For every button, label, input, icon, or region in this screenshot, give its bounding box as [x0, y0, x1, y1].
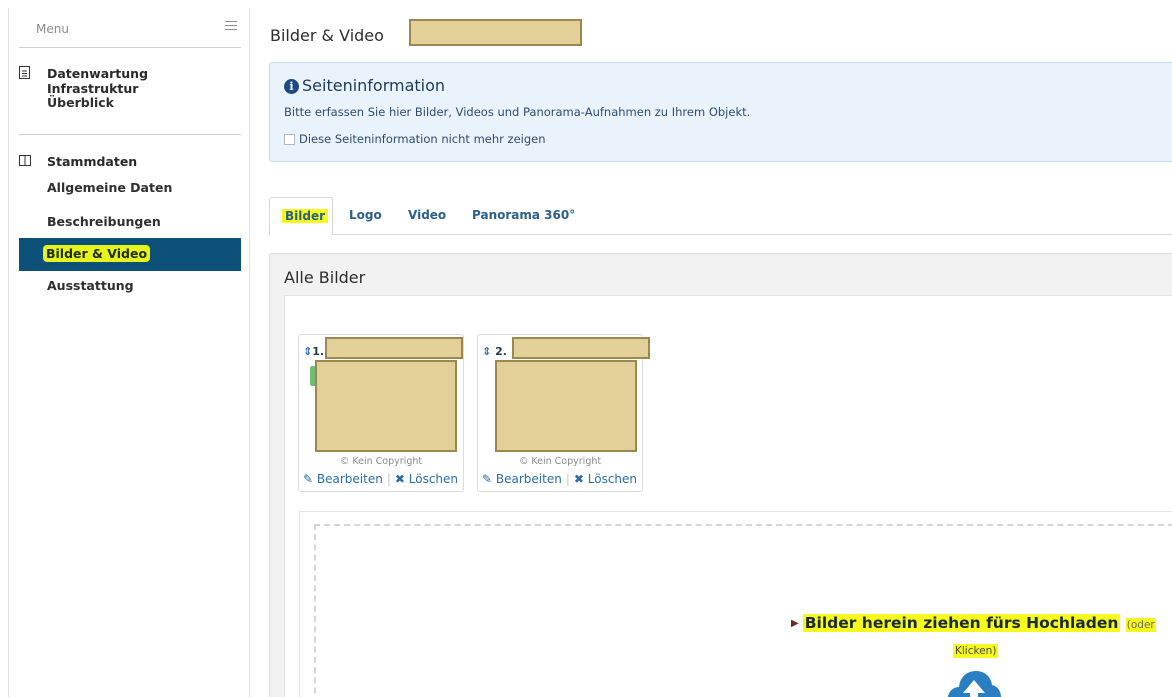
sidebar-section-stammdaten: Stammdaten Allgemeine Daten Beschreibung… — [19, 148, 241, 304]
sort-icon[interactable]: ⇕ — [482, 345, 491, 358]
redacted-object-name — [409, 19, 582, 46]
main-content: Bilder & Video i Seiteninformation Bitte … — [251, 0, 1172, 697]
sidebar-divider — [19, 134, 241, 135]
sidebar-section-title: Datenwartung Infrastruktur — [19, 60, 241, 96]
image-header: ⇕ 2. — [482, 345, 507, 358]
document-icon — [19, 66, 30, 79]
image-actions: ✎ Bearbeiten | ✖ Löschen — [482, 472, 638, 486]
dropzone-hint: Klicken) — [953, 644, 999, 658]
close-icon: ✖ — [573, 472, 584, 486]
sidebar-item-ueberblick[interactable]: Überblick — [19, 91, 241, 124]
menu-label: Menu — [36, 22, 69, 36]
info-icon: i — [284, 79, 299, 94]
hide-info-checkbox[interactable]: Diese Seiteninformation nicht mehr zeige… — [284, 132, 546, 146]
pencil-icon: ✎ — [303, 472, 314, 486]
sidebar: Menu Datenwartung Infrastruktur Überblic… — [8, 8, 250, 697]
image-thumbnail[interactable] — [495, 360, 637, 452]
image-header: ⇕1. — [303, 345, 325, 358]
caret-right-icon: ▶ — [791, 618, 799, 629]
redacted-image-name — [325, 337, 463, 359]
sidebar-section-datenwartung: Datenwartung Infrastruktur Überblick — [19, 60, 241, 124]
delete-link[interactable]: ✖ Löschen — [574, 472, 637, 486]
sidebar-item-allgemeine-daten[interactable]: Allgemeine Daten — [19, 176, 241, 208]
dropzone-title: ▶ Bilder herein ziehen fürs Hochladen (od… — [791, 614, 1156, 632]
info-title: i Seiteninformation — [284, 76, 445, 95]
info-text: Bitte erfassen Sie hier Bilder, Videos u… — [284, 105, 751, 119]
edit-link[interactable]: ✎ Bearbeiten — [482, 472, 562, 486]
tab-bilder[interactable]: Bilder — [269, 197, 333, 235]
panel-title: Alle Bilder — [284, 268, 366, 287]
columns-icon — [19, 155, 31, 166]
page-info-box: i Seiteninformation Bitte erfassen Sie hi… — [269, 62, 1172, 162]
sidebar-section-title: Stammdaten — [19, 148, 241, 176]
all-images-panel: Alle Bilder ⇕1. © Kein Copyright ✎ Bearb… — [269, 253, 1172, 697]
copyright-text: © Kein Copyright — [339, 456, 423, 467]
cloud-upload-icon[interactable] — [946, 666, 1002, 697]
sidebar-item-ausstattung[interactable]: Ausstattung — [19, 271, 241, 304]
close-icon: ✖ — [394, 472, 405, 486]
upload-area: ▶ Bilder herein ziehen fürs Hochladen (od… — [299, 511, 1172, 697]
checkbox-box[interactable] — [284, 134, 295, 145]
tab-video[interactable]: Video — [388, 197, 450, 235]
edit-link[interactable]: ✎ Bearbeiten — [303, 472, 383, 486]
images-container: ⇕1. © Kein Copyright ✎ Bearbeiten | ✖ Lösc… — [284, 295, 1172, 697]
page-title: Bilder & Video — [270, 26, 384, 45]
image-actions: ✎ Bearbeiten | ✖ Löschen — [303, 472, 459, 486]
menu-header: Menu — [19, 8, 241, 48]
image-card: ⇕1. © Kein Copyright ✎ Bearbeiten | ✖ Lösc… — [298, 334, 464, 492]
hamburger-icon[interactable] — [225, 21, 237, 31]
copyright-text: © Kein Copyright — [518, 456, 602, 467]
sidebar-item-bilder-video[interactable]: Bilder & Video — [19, 238, 241, 271]
image-card: ⇕ 2. © Kein Copyright ✎ Bearbeiten | ✖ Lös… — [477, 334, 650, 492]
tab-panorama[interactable]: Panorama 360° — [450, 197, 575, 235]
tab-logo[interactable]: Logo — [333, 197, 388, 235]
image-thumbnail[interactable] — [315, 360, 457, 452]
media-tabs: Bilder Logo Video Panorama 360° — [269, 197, 1172, 235]
sidebar-item-beschreibungen[interactable]: Beschreibungen — [19, 208, 241, 238]
sort-icon[interactable]: ⇕ — [303, 345, 312, 358]
redacted-image-name — [512, 337, 650, 359]
delete-link[interactable]: ✖ Löschen — [395, 472, 458, 486]
pencil-icon: ✎ — [482, 472, 493, 486]
dropzone[interactable]: ▶ Bilder herein ziehen fürs Hochladen (od… — [314, 524, 1172, 697]
